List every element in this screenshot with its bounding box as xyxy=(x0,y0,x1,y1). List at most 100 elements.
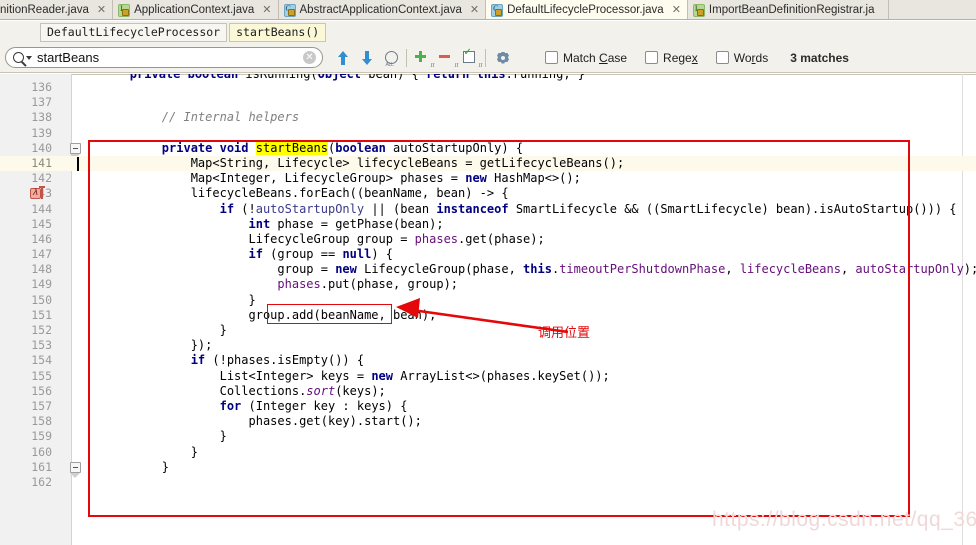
code-text: LifecycleGroup group = phases.get(phase)… xyxy=(104,231,544,247)
words-option[interactable]: Words xyxy=(715,51,768,65)
line-number: 152 xyxy=(31,323,52,337)
code-token: group = xyxy=(104,262,336,277)
find-next-button[interactable] xyxy=(355,46,379,70)
code-line-140[interactable]: 140 private void startBeans(boolean auto… xyxy=(0,140,976,159)
line-number: 153 xyxy=(31,338,52,353)
find-all-button[interactable] xyxy=(379,46,403,70)
search-match-highlight: startBeans xyxy=(255,140,328,155)
code-line-158[interactable]: 158 phases.get(key).start(); xyxy=(0,414,976,429)
code-line-144[interactable]: 144 if (!autoStartupOnly || (bean instan… xyxy=(0,202,976,217)
code-line-160[interactable]: 160 } xyxy=(0,445,976,460)
find-previous-button[interactable] xyxy=(331,46,355,70)
code-line-136[interactable]: 136 xyxy=(0,80,976,95)
editor-tab-importbeandefinitionregistrar[interactable]: ImportBeanDefinitionRegistrar.ja xyxy=(687,0,890,19)
code-line-143[interactable]: 143 lifecycleBeans.forEach((beanName, be… xyxy=(0,186,976,202)
code-token: (!phases.isEmpty()) { xyxy=(205,353,365,368)
code-token: autoStartupOnly xyxy=(255,201,365,216)
code-line-152[interactable]: 152 } xyxy=(0,323,976,338)
close-icon[interactable]: ✕ xyxy=(97,4,106,16)
breadcrumb-class[interactable]: DefaultLifecycleProcessor xyxy=(40,22,228,42)
editor-tab-bar: nitionReader.java ✕ ApplicationContext.j… xyxy=(0,0,976,20)
callout-label: 调用位置 xyxy=(538,326,591,341)
code-token: } xyxy=(104,429,227,444)
select-occurrences-button[interactable]: II xyxy=(458,46,483,70)
words-checkbox[interactable] xyxy=(715,51,729,64)
line-number: 137 xyxy=(31,95,52,110)
code-token: if xyxy=(219,201,235,216)
java-interface-file-icon xyxy=(118,3,131,17)
line-number: 150 xyxy=(31,292,52,307)
code-token: boolean xyxy=(335,140,386,155)
editor-tab-nitionreader[interactable]: nitionReader.java ✕ xyxy=(0,0,114,19)
lambda-gutter-icon[interactable] xyxy=(30,186,45,202)
editor-tab-defaultlifecycleprocessor[interactable]: DefaultLifecycleProcessor.java ✕ xyxy=(486,0,688,19)
fold-collapse-icon[interactable] xyxy=(70,142,81,154)
line-number: 157 xyxy=(31,398,52,413)
code-text: Collections.sort(keys); xyxy=(104,384,386,399)
select-all-occurrences-button[interactable]: II xyxy=(410,46,435,70)
regex-option[interactable]: Regex xyxy=(645,51,698,65)
regex-checkbox[interactable] xyxy=(645,51,659,64)
java-class-file-icon xyxy=(283,3,296,17)
code-token: Map<String, Lifecycle> lifecycleBeans = … xyxy=(104,155,625,170)
code-token: Collections. xyxy=(104,383,307,398)
code-token: } xyxy=(104,444,198,459)
code-line-148[interactable]: 148 group = new LifecycleGroup(phase, th… xyxy=(0,262,976,277)
code-text: for (Integer key : keys) { xyxy=(104,399,408,414)
code-line-137[interactable]: 137 xyxy=(0,95,976,110)
remove-occurrence-button[interactable]: II xyxy=(434,46,459,70)
chevron-down-icon[interactable] xyxy=(26,55,32,60)
code-token: lifecycleBeans xyxy=(739,262,841,277)
code-line-150[interactable]: 150 } xyxy=(0,293,976,308)
code-token: LifecycleGroup group = xyxy=(104,231,415,246)
code-line-154[interactable]: 154 if (!phases.isEmpty()) { xyxy=(0,353,976,368)
breadcrumb-method[interactable]: startBeans() xyxy=(229,22,327,42)
code-line-162[interactable]: 162 xyxy=(0,475,976,490)
fold-collapse-icon[interactable] xyxy=(70,461,81,473)
code-line-139[interactable]: 139 xyxy=(0,126,976,141)
code-line-153[interactable]: 153 }); xyxy=(0,338,976,353)
code-text: }); xyxy=(104,338,213,353)
code-token: null xyxy=(342,247,372,262)
search-input[interactable] xyxy=(37,49,303,66)
line-number: 138 xyxy=(31,110,52,125)
close-icon[interactable]: ✕ xyxy=(470,4,479,16)
code-line-157[interactable]: 157 for (Integer key : keys) { xyxy=(0,399,976,414)
code-token: phases xyxy=(414,231,459,246)
code-line-149[interactable]: 149 phases.put(phase, group); xyxy=(0,277,976,292)
code-editor[interactable]: 136 137 138 // Internal helpers 139 140 priv… xyxy=(0,74,976,545)
editor-tab-applicationcontext[interactable]: ApplicationContext.java ✕ xyxy=(113,0,279,19)
toolbar-divider xyxy=(406,48,407,67)
line-number: 148 xyxy=(31,262,52,277)
close-icon[interactable]: ✕ xyxy=(672,4,681,16)
code-token: phase = getPhase(bean); xyxy=(270,216,444,231)
gear-icon xyxy=(496,51,510,65)
code-line-141[interactable]: 141 Map<String, Lifecycle> lifecycleBean… xyxy=(0,155,976,172)
code-text: group = new LifecycleGroup(phase, this.t… xyxy=(104,262,976,277)
code-line-142[interactable]: 142 Map<Integer, LifecycleGroup> phases … xyxy=(0,171,976,186)
match-case-option[interactable]: Match Case xyxy=(545,51,627,65)
match-case-checkbox[interactable] xyxy=(545,51,558,64)
code-line-151[interactable]: 151 group.add(beanName, bean); xyxy=(0,308,976,323)
line-number: 158 xyxy=(31,414,52,429)
code-line-156[interactable]: 156 Collections.sort(keys); xyxy=(0,384,976,399)
clear-search-icon[interactable]: ✕ xyxy=(303,51,316,64)
code-line-147[interactable]: 147 if (group == null) { xyxy=(0,247,976,262)
code-line-145[interactable]: 145 int phase = getPhase(bean); xyxy=(0,217,976,232)
code-line-155[interactable]: 155 List<Integer> keys = new ArrayList<>… xyxy=(0,369,976,384)
code-token: HashMap<>(); xyxy=(486,171,581,186)
search-box[interactable]: ✕ xyxy=(5,47,323,68)
find-settings-button[interactable] xyxy=(491,46,515,70)
editor-tab-abstractapplicationcontext[interactable]: AbstractApplicationContext.java ✕ xyxy=(278,0,487,19)
code-line-146[interactable]: 146 LifecycleGroup group = phases.get(ph… xyxy=(0,232,976,247)
code-line-161[interactable]: 161 } xyxy=(0,460,976,478)
close-icon[interactable]: ✕ xyxy=(262,4,271,16)
code-line-138[interactable]: 138 // Internal helpers xyxy=(0,110,976,125)
code-line-159[interactable]: 159 } xyxy=(0,429,976,444)
code-token: ) { xyxy=(371,247,394,262)
